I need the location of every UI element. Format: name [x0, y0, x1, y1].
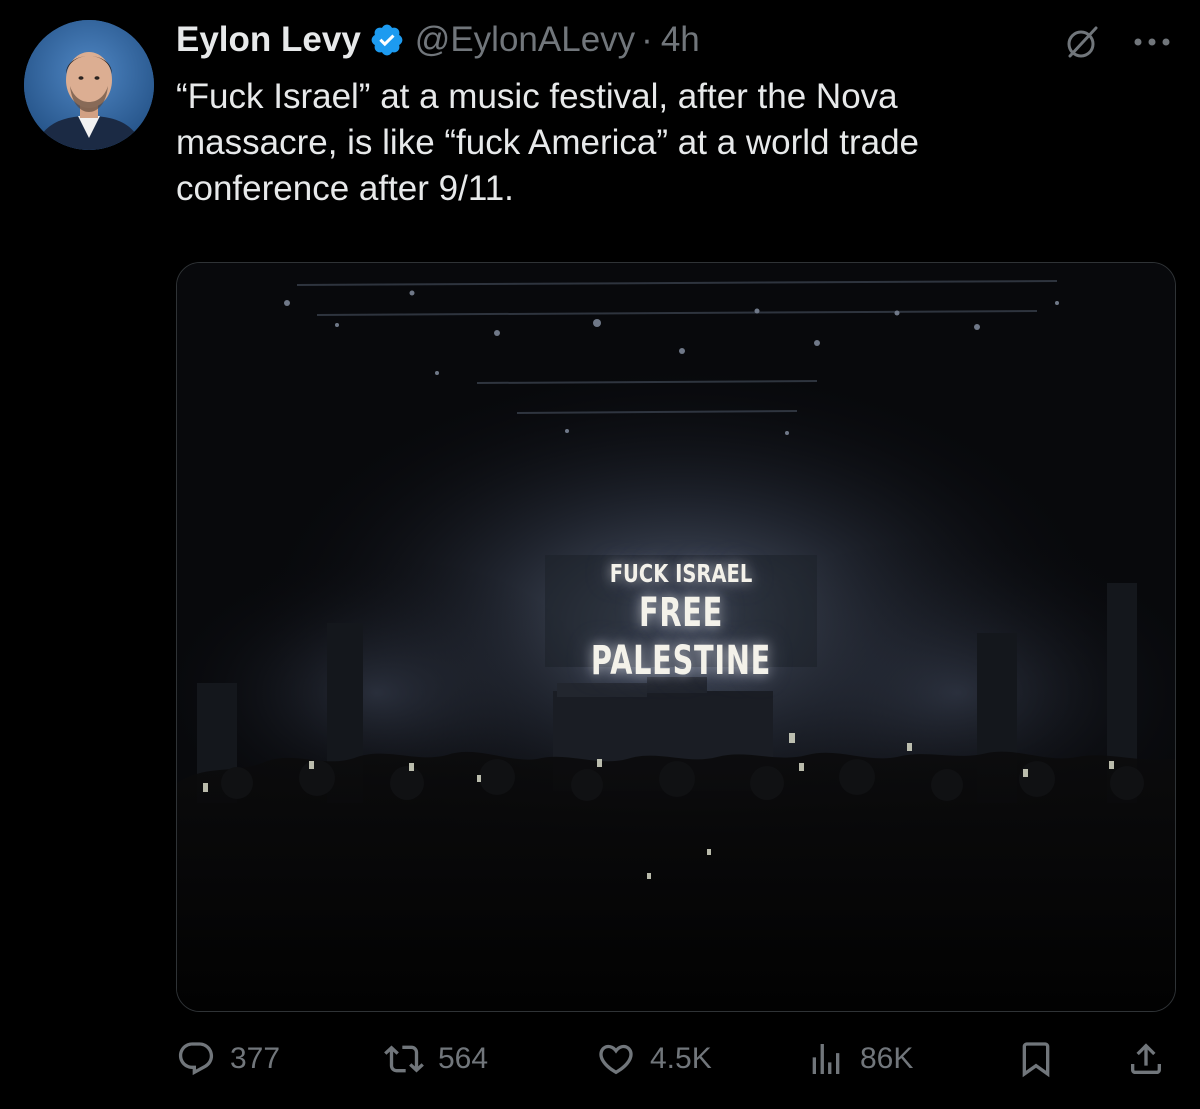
like-count: 4.5K [650, 1042, 712, 1075]
repost-count: 564 [438, 1042, 489, 1075]
display-name[interactable]: Eylon Levy [176, 20, 361, 60]
grok-icon[interactable] [1062, 22, 1102, 62]
repost-button[interactable]: 564 [384, 1034, 488, 1084]
like-button[interactable]: 4.5K [596, 1034, 712, 1084]
more-icon[interactable] [1128, 22, 1176, 62]
screen-line-1: FUCK ISRAEL [609, 559, 753, 588]
bookmark-icon [1022, 1042, 1050, 1078]
verified-badge-icon [371, 24, 403, 56]
reply-button[interactable]: 377 [176, 1034, 280, 1084]
reply-count: 377 [230, 1042, 281, 1075]
views-icon [812, 1044, 840, 1074]
avatar[interactable] [24, 20, 154, 150]
led-screen-text: FUCK ISRAEL FREE PALESTINE [537, 559, 825, 685]
tweet-media-image[interactable]: FUCK ISRAEL FREE PALESTINE [176, 262, 1176, 1012]
bookmark-button[interactable] [1016, 1034, 1070, 1084]
share-button[interactable] [1126, 1034, 1180, 1084]
timestamp[interactable]: 4h [661, 20, 700, 60]
views-count: 86K [860, 1042, 914, 1075]
heart-icon [599, 1044, 633, 1075]
screen-line-2: FREE PALESTINE [590, 590, 772, 684]
separator-dot: · [641, 20, 653, 59]
share-icon [1131, 1043, 1161, 1074]
tweet-text: “Fuck Israel” at a music festival, after… [176, 77, 920, 208]
tweet-header: Eylon Levy @EylonALevy · 4h [176, 18, 700, 62]
handle[interactable]: @EylonALevy [415, 20, 635, 60]
action-bar: 377 564 4.5K 86K [176, 1034, 1174, 1084]
reply-icon [178, 1042, 214, 1076]
repost-icon [384, 1045, 424, 1073]
views-button[interactable]: 86K [806, 1034, 913, 1084]
tweet[interactable]: Eylon Levy @EylonALevy · 4h “Fuck Israel… [0, 0, 1200, 1109]
